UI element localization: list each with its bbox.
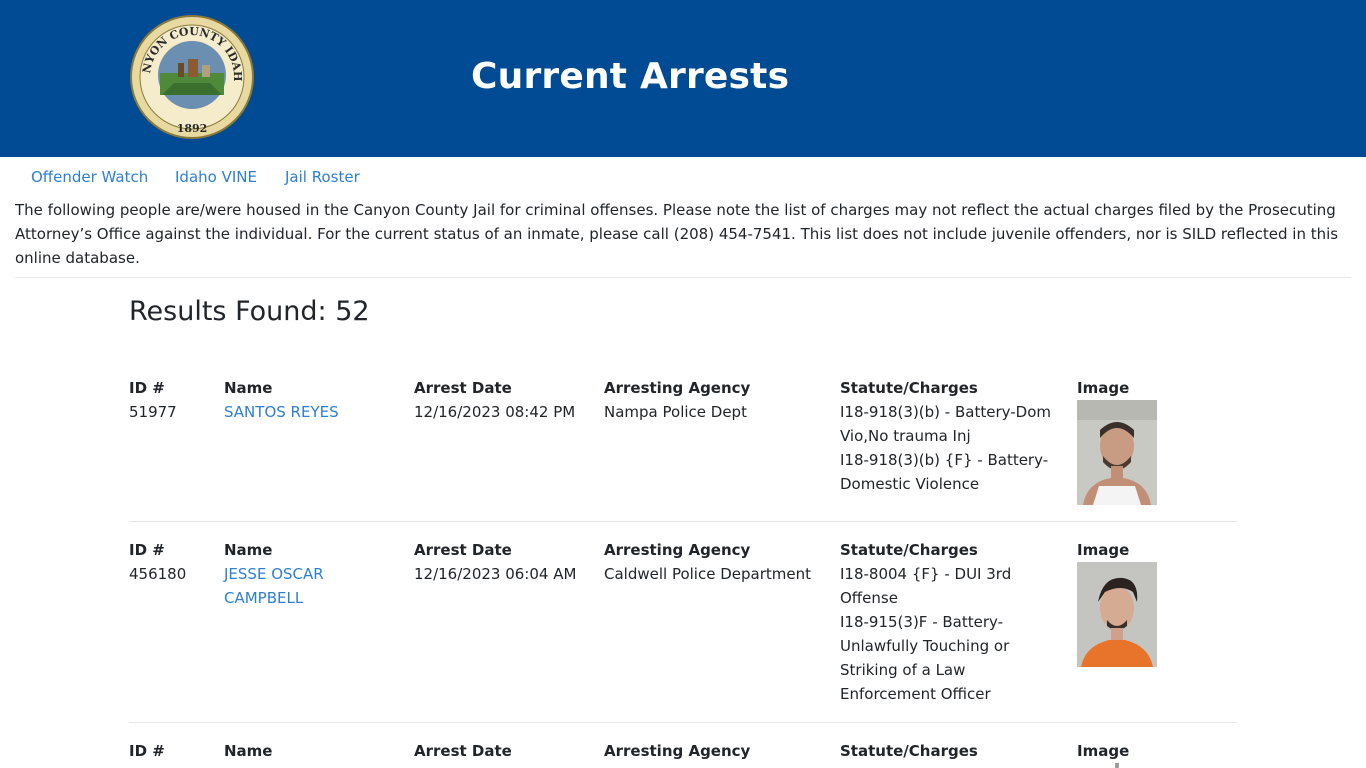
- seal-year: 1892: [177, 122, 208, 135]
- mugshot-image[interactable]: [1077, 763, 1157, 768]
- col-header-id: ID #: [129, 541, 165, 559]
- record-name-link[interactable]: JESSE OSCAR CAMPBELL: [224, 565, 324, 607]
- results-count: Results Found: 52: [129, 296, 370, 327]
- col-header-id: ID #: [129, 379, 165, 397]
- canyon-county-seal-icon: CANYON COUNTY IDAHO 1892: [130, 15, 254, 139]
- record-id: 51977: [129, 403, 177, 421]
- record-charge: I18-8004 {F} - DUI 3rd Offense: [840, 565, 1012, 607]
- col-header-arrest-date: Arrest Date: [414, 379, 512, 397]
- nav-link-idaho-vine[interactable]: Idaho VINE: [175, 168, 257, 186]
- record-divider: [129, 521, 1237, 522]
- record-charge: I18-918(3)(b) - Battery-Dom Vio,No traum…: [840, 403, 1051, 445]
- col-header-name: Name: [224, 379, 273, 397]
- nav-link-jail-roster[interactable]: Jail Roster: [285, 168, 360, 186]
- record-arrest-date: 12/16/2023 06:04 AM: [414, 565, 577, 583]
- record-agency: Nampa Police Dept: [604, 403, 747, 421]
- col-header-image: Image: [1077, 541, 1130, 559]
- col-header-id: ID #: [129, 742, 165, 760]
- col-header-name: Name: [224, 541, 273, 559]
- mugshot-image[interactable]: [1077, 400, 1157, 505]
- col-header-charges: Statute/Charges: [840, 742, 978, 760]
- col-header-charges: Statute/Charges: [840, 541, 978, 559]
- nav-link-offender-watch[interactable]: Offender Watch: [31, 168, 148, 186]
- col-header-arrest-date: Arrest Date: [414, 541, 512, 559]
- record-id: 456180: [129, 565, 187, 583]
- col-header-image: Image: [1077, 742, 1130, 760]
- record-charge: I18-918(3)(b) {F} - Battery-Domestic Vio…: [840, 451, 1049, 493]
- record-charge: I18-915(3)F - Battery-Unlawfully Touchin…: [840, 613, 1010, 703]
- col-header-agency: Arresting Agency: [604, 541, 751, 559]
- col-header-name: Name: [224, 742, 273, 760]
- col-header-image: Image: [1077, 379, 1130, 397]
- header-banner: CANYON COUNTY IDAHO 1892 Current Arrests: [0, 0, 1366, 157]
- col-header-agency: Arresting Agency: [604, 379, 751, 397]
- divider: [15, 277, 1351, 278]
- mugshot-image[interactable]: [1077, 562, 1157, 667]
- top-nav: Offender Watch Idaho VINE Jail Roster: [0, 157, 1366, 197]
- col-header-agency: Arresting Agency: [604, 742, 751, 760]
- record-name-link[interactable]: SANTOS REYES: [224, 403, 339, 421]
- record-agency: Caldwell Police Department: [604, 565, 811, 583]
- col-header-charges: Statute/Charges: [840, 379, 978, 397]
- record-divider: [129, 722, 1237, 723]
- notice-text: The following people are/were housed in …: [15, 201, 1339, 267]
- page-title: Current Arrests: [471, 56, 790, 97]
- record-arrest-date: 12/16/2023 08:42 PM: [414, 403, 576, 421]
- col-header-arrest-date: Arrest Date: [414, 742, 512, 760]
